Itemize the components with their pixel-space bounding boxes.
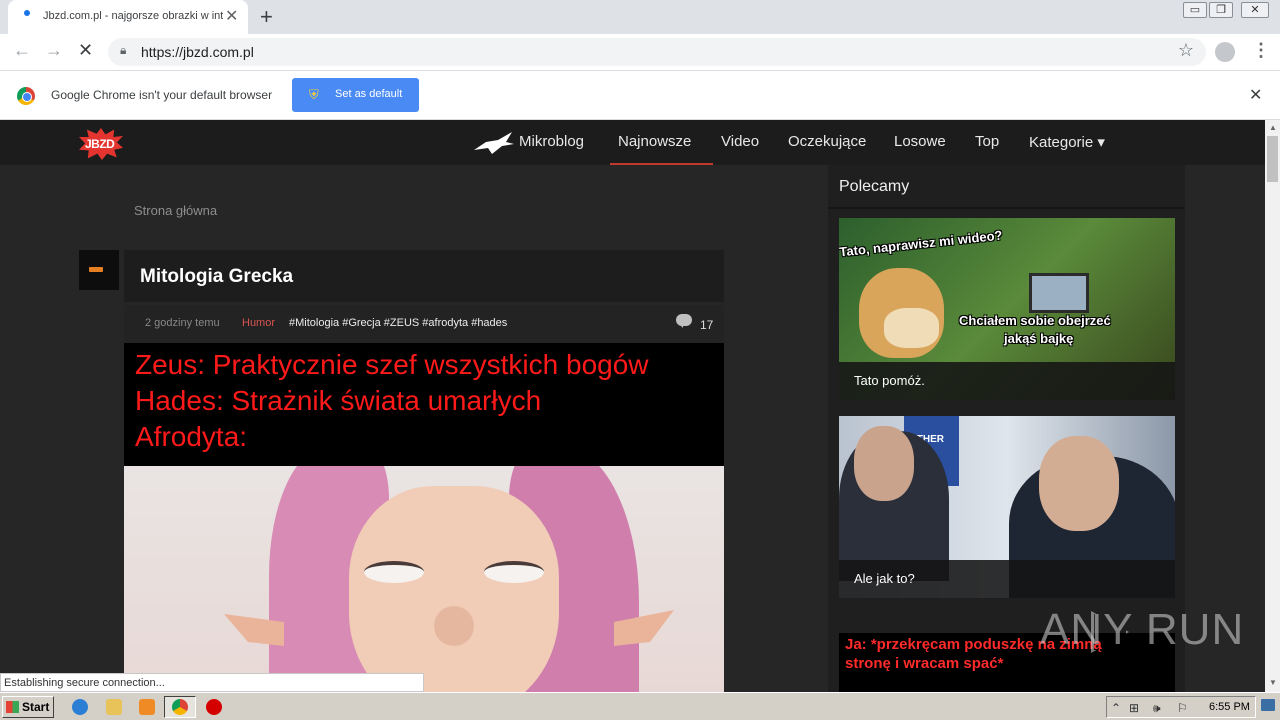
shield-icon: ⛨	[309, 87, 319, 102]
nav-mikroblog[interactable]: Mikroblog	[519, 133, 584, 150]
flag-icon[interactable]: ⚐	[1177, 701, 1188, 715]
new-tab-button[interactable]: +	[260, 4, 273, 30]
nav-najnowsze[interactable]: Najnowsze	[618, 133, 691, 150]
logo-text: JBZD	[85, 137, 115, 151]
post-tags[interactable]: #Mitologia #Grecja #ZEUS #afrodyta #hade…	[289, 317, 507, 329]
page-scrollbar[interactable]: ▲ ▼	[1265, 120, 1280, 692]
media-player-icon[interactable]	[139, 699, 155, 715]
recommended-caption: Tato pomóż.	[839, 362, 1175, 400]
mikroblog-bird-icon[interactable]	[472, 130, 516, 156]
nose-shape	[434, 606, 474, 646]
infobar-close-icon[interactable]: ✕	[1249, 85, 1262, 105]
post-header: Mitologia Grecka	[124, 250, 724, 302]
caption-text: Tato pomóż.	[854, 373, 925, 388]
nav-oczekujace[interactable]: Oczekujące	[788, 133, 866, 150]
close-window-button[interactable]: ✕	[1241, 2, 1269, 18]
tray-arrow-icon[interactable]: ⌃	[1111, 701, 1121, 715]
ie-icon[interactable]	[72, 699, 88, 715]
stop-loading-icon[interactable]: ✕	[78, 40, 93, 61]
nav-active-indicator	[610, 163, 713, 165]
scroll-down-icon[interactable]: ▼	[1269, 678, 1277, 687]
start-label: Start	[22, 700, 50, 714]
nav-top[interactable]: Top	[975, 133, 999, 150]
meme-caption-line: Hades: Strażnik świata umarłych	[135, 385, 542, 416]
start-button[interactable]: Start	[2, 696, 54, 718]
restore-button[interactable]: ❐	[1209, 2, 1233, 18]
site-navbar: JBZD Mikroblog Najnowsze Video Oczekując…	[0, 120, 1265, 165]
tab-title: Jbzd.com.pl - najgorsze obrazki w intern…	[43, 10, 223, 22]
jbzd-logo[interactable]: JBZD	[79, 128, 123, 160]
nav-kategorie-dropdown[interactable]: Kategorie ▾	[1029, 133, 1105, 151]
folder-icon[interactable]	[106, 699, 122, 715]
infobar-message: Google Chrome isn't your default browser	[51, 88, 273, 102]
tab-favicon-icon	[24, 10, 30, 16]
eye-shape	[484, 561, 544, 583]
windows-flag-icon	[6, 701, 19, 713]
caption-text: Ale jak to?	[854, 571, 915, 586]
set-as-default-button[interactable]: ⛨ Set as default	[292, 78, 419, 112]
forward-icon[interactable]: →	[45, 40, 63, 61]
recommended-item[interactable]: Tato, naprawisz mi wideo? Chciałem sobie…	[839, 218, 1175, 400]
nav-video[interactable]: Video	[721, 133, 759, 150]
scroll-thumb[interactable]	[1267, 136, 1278, 182]
comment-count[interactable]: 17	[700, 318, 713, 332]
profile-avatar-icon[interactable]	[1215, 42, 1235, 62]
eye-shape	[364, 561, 424, 583]
windows-taskbar: Start ⌃ ⊞ 🕪︎ ⚐ 6:55 PM	[0, 692, 1280, 720]
sidebar-title: Polecamy	[839, 178, 910, 195]
meme-text: Tato, naprawisz mi wideo?	[839, 227, 1004, 260]
meme-caption-line: Afrodyta:	[135, 421, 248, 452]
avatar-mark-icon	[89, 267, 103, 272]
network-icon[interactable]: ⊞	[1129, 701, 1139, 715]
bookmark-star-icon[interactable]: ☆	[1178, 40, 1194, 61]
recommended-caption: Ale jak to?	[839, 560, 1175, 598]
tab-strip: Jbzd.com.pl - najgorsze obrazki w intern…	[0, 0, 1280, 34]
post-image[interactable]: Zeus: Praktycznie szef wszystkich bogów …	[124, 343, 724, 692]
chrome-icon	[172, 699, 188, 715]
doge-face-shape	[884, 308, 939, 348]
sidebar-divider	[828, 207, 1185, 209]
volume-icon[interactable]: 🕪︎	[1153, 701, 1161, 716]
url-text[interactable]: https://jbzd.com.pl	[141, 44, 254, 60]
meme-caption-line: Zeus: Praktycznie szef wszystkich bogów	[135, 349, 649, 380]
post-category-link[interactable]: Humor	[242, 317, 275, 329]
meme-text: jakąś bajkę	[1004, 331, 1074, 346]
browser-tab[interactable]: Jbzd.com.pl - najgorsze obrazki w intern…	[8, 0, 248, 34]
clock[interactable]: 6:55 PM	[1209, 701, 1250, 713]
scroll-up-icon[interactable]: ▲	[1269, 123, 1277, 132]
comment-icon[interactable]	[676, 314, 692, 328]
breadcrumb[interactable]: Strona główna	[134, 203, 217, 218]
taskbar-chrome-button[interactable]	[164, 696, 196, 718]
lock-icon[interactable]: 🔒︎	[120, 43, 126, 58]
toolbar: ← → ✕ 🔒︎ https://jbzd.com.pl ☆ ⋮	[0, 34, 1280, 71]
address-bar[interactable]: 🔒︎ https://jbzd.com.pl ☆	[108, 38, 1206, 66]
recommended-item[interactable]: OTHER Ale jak to?	[839, 416, 1175, 598]
set-as-default-label: Set as default	[335, 88, 403, 100]
meme-text: Chciałem sobie obejrzeć	[959, 313, 1111, 328]
minimize-button[interactable]: ▭	[1183, 2, 1207, 18]
post-title[interactable]: Mitologia Grecka	[140, 266, 293, 288]
meme-photo	[124, 466, 724, 692]
chrome-logo-icon	[17, 87, 35, 105]
meme-text: stronę i wracam spać*	[845, 655, 1004, 672]
opera-icon[interactable]	[206, 699, 222, 715]
show-desktop-icon[interactable]	[1261, 699, 1275, 711]
face-shape	[1039, 436, 1119, 531]
tab-close-icon[interactable]: ✕	[225, 6, 238, 26]
watermark: ANY RUN	[1040, 605, 1245, 654]
default-browser-infobar: Google Chrome isn't your default browser…	[0, 72, 1280, 120]
monitor-shape	[1029, 273, 1089, 313]
author-avatar[interactable]	[79, 250, 119, 290]
status-bubble: Establishing secure connection...	[0, 673, 424, 692]
post-time: 2 godziny temu	[145, 317, 220, 329]
face-shape	[349, 486, 559, 692]
post-meta: 2 godziny temu Humor #Mitologia #Grecja …	[124, 305, 724, 343]
nav-losowe[interactable]: Losowe	[894, 133, 946, 150]
chrome-menu-icon[interactable]: ⋮	[1252, 40, 1270, 61]
face-shape	[854, 426, 914, 501]
system-tray: ⌃ ⊞ 🕪︎ ⚐ 6:55 PM	[1106, 696, 1256, 718]
back-icon[interactable]: ←	[13, 40, 31, 61]
